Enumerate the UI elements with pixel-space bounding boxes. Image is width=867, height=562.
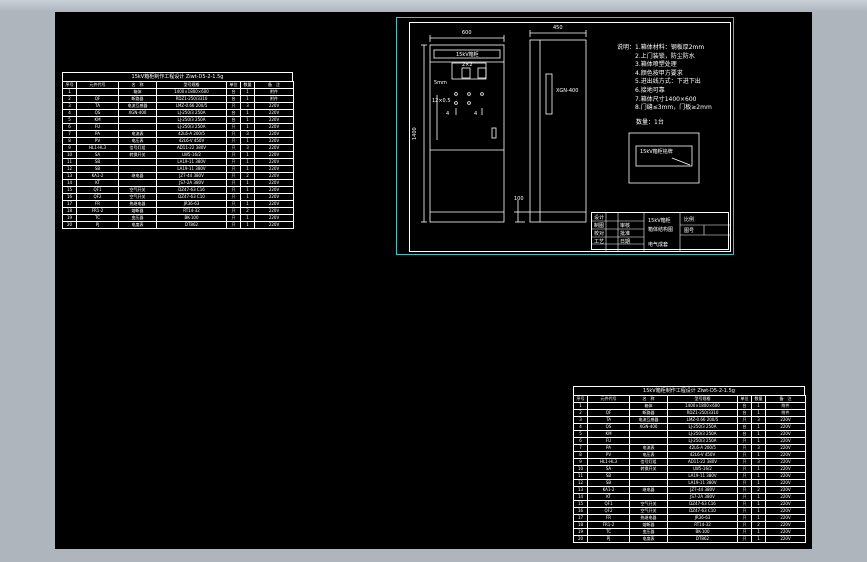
- note-line: 3.箱体喷塑处理: [617, 61, 677, 69]
- note-line: 5.进出线方式：下进下出: [617, 78, 701, 86]
- side-label: XGN-400: [556, 88, 578, 94]
- nameplate-outline: [628, 132, 700, 184]
- tb-r2: 校对: [594, 231, 605, 237]
- note-line: 说明：1.箱体材料：钢板厚2mm: [617, 44, 705, 51]
- front-view-outline: [429, 44, 505, 223]
- tb-r3: 工艺: [594, 239, 605, 245]
- note-line: 7.箱体尺寸1400×600: [617, 95, 697, 103]
- lbl-4b: 4: [474, 111, 477, 117]
- tb-project: 15kV箱柜: [648, 218, 671, 224]
- lbl-4a: 4: [446, 111, 449, 117]
- tb-company: 电气成套: [648, 242, 669, 248]
- cabinet-label: 15kV箱柜: [456, 51, 479, 58]
- dim-height-left: 1400: [412, 127, 418, 140]
- design-notes: 说明：1.箱体材料：钢板厚2mm 2.上门装锁，防尘防水 3.箱体喷塑处理 4.…: [617, 44, 712, 113]
- nameplate-label: 15kV箱柜铭牌: [640, 148, 673, 155]
- lbl-2x2: 2×2: [462, 62, 473, 68]
- front-view-handle: [491, 127, 497, 139]
- quantity-label: 数量：1台: [636, 119, 664, 126]
- dim-depth-top: 450: [553, 25, 563, 31]
- tb-approve: 批准: [620, 231, 631, 237]
- tb-r4: 日期: [620, 239, 631, 245]
- note-line: 6.接地可靠: [617, 86, 665, 94]
- note-line: 8.门缝≤3mm，门板≥2mm: [617, 104, 712, 112]
- lbl-5mm: 5mm: [434, 80, 447, 86]
- dim-width-top: 600: [462, 30, 472, 36]
- tb-drawing: 箱体结构图: [648, 227, 674, 233]
- tb-sheet-label: 图号: [684, 228, 695, 234]
- dim-base: 100: [514, 196, 524, 202]
- tb-design: 设计: [594, 215, 605, 221]
- tb-r1: 制图: [594, 223, 605, 229]
- lbl-12x: 12×0.5: [432, 98, 451, 104]
- cabinet-drawing: 600 450 1400 100 15kV箱柜 XGN-400 2×2 5mm …: [412, 25, 700, 223]
- note-line: 2.上门装锁，防尘防水: [617, 52, 695, 60]
- tb-check: 审核: [620, 223, 631, 229]
- side-view-outline: [529, 39, 587, 223]
- side-view-box: [545, 73, 553, 115]
- tb-scale-label: 比例: [684, 217, 695, 223]
- title-block: 设计 制图 校对 工艺 审核 批准 日期 15kV箱柜 箱体结构图 电气成套 比…: [591, 212, 730, 251]
